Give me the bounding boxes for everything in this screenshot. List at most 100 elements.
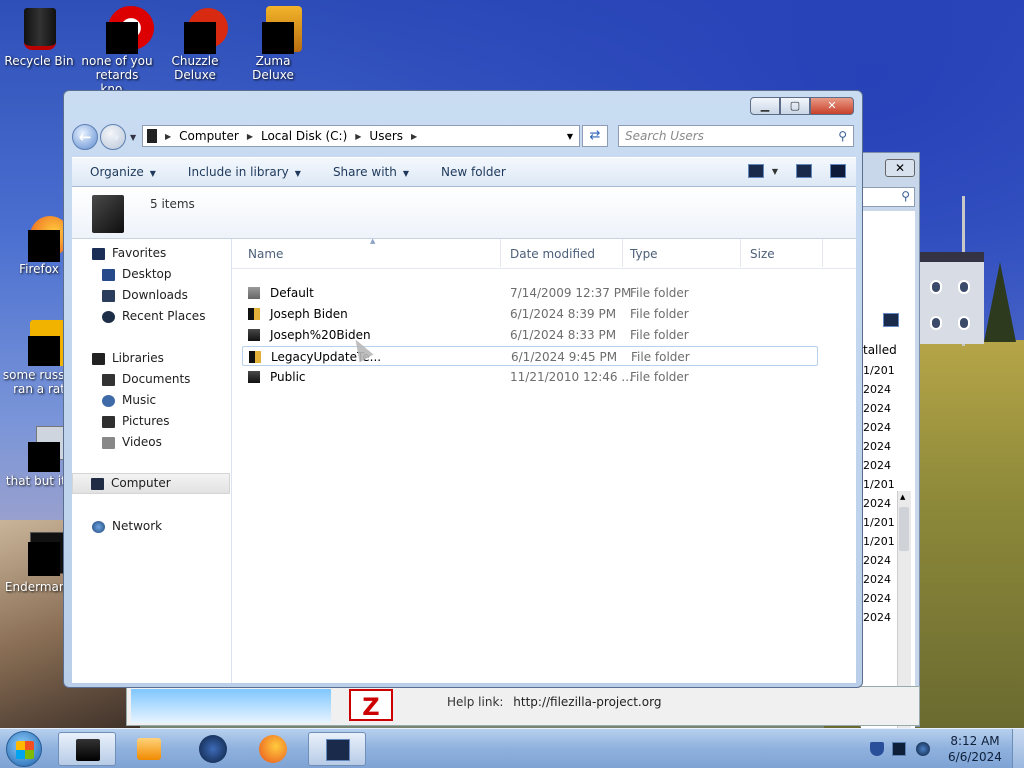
search-input[interactable]: Search Users ⚲ [618,125,854,147]
breadcrumb-computer[interactable]: Computer [179,129,239,143]
desktop-icon-none-of-you[interactable]: none of you retards kno... [80,6,154,96]
videos-icon [102,436,115,449]
refresh-button[interactable]: ⇄ [582,125,608,147]
background-date-cell: 2024 [863,497,891,510]
details-header: 5 items [72,187,856,239]
folder-icon [92,195,124,233]
user-folder-icon [248,308,260,320]
chevron-down-icon: ▼ [771,166,778,176]
filezilla-logo: Z [349,689,393,721]
change-view-button[interactable]: ▼ [747,164,778,178]
desktop-icon-recycle-bin[interactable]: Recycle Bin [2,6,76,68]
new-folder-button[interactable]: New folder [423,165,520,179]
start-button[interactable] [6,731,42,767]
breadcrumb-local-disk[interactable]: Local Disk (C:) [261,129,347,143]
back-button[interactable]: ← [72,124,98,150]
star-icon [92,247,105,260]
desktop-icon-chuzzle-deluxe[interactable]: Chuzzle Deluxe [158,6,232,82]
search-icon[interactable]: ⚲ [838,126,847,146]
chevron-right-icon[interactable]: ▶ [165,132,171,141]
forward-button[interactable]: → [100,124,126,150]
chuzzle-icon [172,6,228,54]
column-size[interactable]: Size [750,247,775,261]
background-date-cell: 1/201 [863,516,895,529]
command-bar: Organize ▼ Include in library ▼ Share with… [72,157,856,187]
item-count: 5 items [150,197,195,211]
navigation-pane: Favorites Desktop Downloads Recent Place… [72,239,232,683]
explorer-window[interactable]: ▁ ▢ ✕ ← → ▼ ▶ Computer ▶ Local Disk (C:)… [63,90,863,688]
wallpaper-house [920,252,984,344]
clock-date: 6/6/2024 [948,750,1002,764]
recent-pages-dropdown[interactable]: ▼ [130,133,136,142]
search-icon[interactable]: ⚲ [901,189,910,203]
table-row[interactable]: Default 7/14/2009 12:37 PM File folder [242,283,818,303]
folder-icon [76,739,100,761]
preview-pane-icon[interactable] [796,164,812,178]
column-headers: ▲ Name Date modified Type Size [232,237,856,269]
chevron-right-icon[interactable]: ▶ [411,132,417,141]
column-date-modified[interactable]: Date modified [510,247,595,261]
monitor-icon [883,313,899,327]
nav-computer[interactable]: Computer [72,473,230,494]
include-in-library-button[interactable]: Include in library ▼ [170,165,315,179]
background-date-cell: 1/201 [863,364,895,377]
computer-icon [147,129,157,143]
file-list[interactable]: ▲ Name Date modified Type Size Default 7… [232,237,856,683]
background-date-cell: 1/201 [863,478,895,491]
music-icon [102,394,115,407]
background-date-cell: 2024 [863,554,891,567]
background-date-cell: 2024 [863,421,891,434]
desktop-icon-zuma-deluxe[interactable]: Zuma Deluxe [236,6,310,82]
nav-libraries[interactable]: Libraries [92,348,250,369]
clock[interactable]: 8:12 AM 6/6/2024 [940,733,1010,765]
background-date-cell: 2024 [863,402,891,415]
network-icon[interactable] [892,742,906,756]
wallpaper-tree [984,262,1016,342]
table-row[interactable]: Joseph%20Biden 6/1/2024 8:33 PM File fol… [242,325,818,345]
breadcrumb-users[interactable]: Users [369,129,403,143]
background-window[interactable]: ✕ ⚲ talled 1/201 2024 2024 2024 2024 2024 1/20… [860,152,920,768]
help-icon[interactable] [830,164,846,178]
column-name[interactable]: Name [248,247,283,261]
taskbar-app-button[interactable] [184,732,242,766]
libraries-icon [92,352,105,365]
show-desktop-button[interactable] [1012,729,1024,768]
scrollbar[interactable]: ▲ ▼ [897,491,911,768]
taskbar-firefox-button[interactable] [244,732,302,766]
close-button[interactable]: ✕ [885,159,915,177]
help-link[interactable]: http://filezilla-project.org [513,695,661,709]
chevron-right-icon[interactable]: ▶ [355,132,361,141]
background-date-cell: 2024 [863,573,891,586]
taskbar-explorer-button[interactable] [58,732,116,766]
table-row[interactable]: LegacyUpdateTe... 6/1/2024 9:45 PM File … [242,346,818,366]
filezilla-panel: Z Help link: http://filezilla-project.or… [126,686,920,726]
table-row[interactable]: Joseph Biden 6/1/2024 8:39 PM File folde… [242,304,818,324]
computer-icon [91,477,104,490]
minimize-button[interactable]: ▁ [750,97,780,115]
shield-icon[interactable] [870,742,884,756]
firefox-icon [259,735,287,763]
chevron-right-icon[interactable]: ▶ [247,132,253,141]
help-link-row: Help link: http://filezilla-project.org [447,695,662,709]
windows-logo-icon [16,741,34,759]
taskbar-window-button[interactable] [308,732,366,766]
caption-buttons: ▁ ▢ ✕ [750,97,854,117]
address-dropdown-icon[interactable]: ▼ [567,132,573,141]
desktop-icon [102,268,115,281]
share-with-button[interactable]: Share with ▼ [315,165,423,179]
view-icon [747,164,764,178]
recent-places-icon [102,310,115,323]
zuma-icon [250,6,302,54]
close-button[interactable]: ✕ [810,97,854,115]
maximize-button[interactable]: ▢ [780,97,810,115]
nav-favorites[interactable]: Favorites [92,243,250,264]
nav-network[interactable]: Network [92,516,250,537]
address-bar[interactable]: ▶ Computer ▶ Local Disk (C:) ▶ Users ▶ ▼ [142,125,580,147]
organize-button[interactable]: Organize ▼ [72,165,170,179]
downloads-icon [102,289,115,302]
volume-icon[interactable] [916,742,930,756]
table-row[interactable]: Public 11/21/2010 12:46 ... File folder [242,367,818,387]
background-date-cell: 1/201 [863,535,895,548]
column-type[interactable]: Type [630,247,658,261]
taskbar-media-player-button[interactable] [120,732,178,766]
